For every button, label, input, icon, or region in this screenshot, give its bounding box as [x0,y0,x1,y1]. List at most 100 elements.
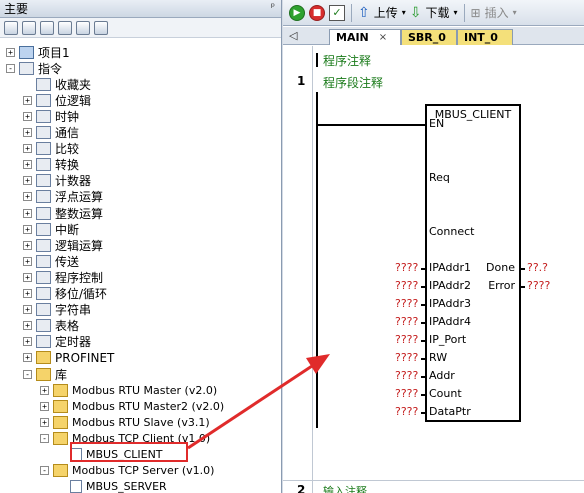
expand-icon[interactable]: + [23,128,32,137]
tree-item[interactable]: 收藏夹 [23,76,91,92]
tree-item[interactable]: + 字符串 [23,302,91,318]
expand-icon[interactable]: + [23,337,32,347]
list-icon[interactable] [76,20,90,35]
collapse-icon[interactable]: - [6,63,15,73]
view-icon[interactable] [4,20,18,35]
unassigned-operand[interactable]: ???? [395,279,418,292]
upload-button[interactable]: 上传 [374,4,398,21]
unassigned-operand[interactable]: ???? [527,279,550,292]
tree-item[interactable]: + 定时器 [23,334,91,350]
block-input-pin[interactable]: Addr [429,369,455,382]
download-icon[interactable]: ⇩ [410,5,422,21]
pin-icon[interactable]: ᵖ [271,2,275,13]
table-icon[interactable] [22,20,36,35]
expand-icon[interactable]: + [23,176,32,186]
block-input-pin[interactable]: IP_Port [429,333,466,346]
compile-icon[interactable]: ✓ [329,4,345,21]
tab-sbr0[interactable]: SBR_0 [401,29,457,45]
rung-comment-2[interactable]: 输入注释 [323,483,367,493]
tree-item[interactable]: + 表格 [23,318,79,334]
unassigned-operand[interactable]: ???? [395,369,418,382]
tree-item[interactable]: + Modbus RTU Master (v2.0) [40,382,217,398]
tree-item[interactable]: + 项目1 [6,44,70,60]
block-input-pin[interactable]: IPAddr3 [429,297,471,310]
tree-item[interactable]: + 整数运算 [23,205,103,221]
expand-icon[interactable]: + [23,272,32,282]
document-icon[interactable] [40,20,54,35]
expand-icon[interactable]: + [40,385,49,395]
tab-int0[interactable]: INT_0 [457,29,513,45]
tree-item[interactable]: + 计数器 [23,173,91,189]
upload-icon[interactable]: ⇧ [358,5,370,21]
ladder-editor[interactable]: 程序注释 1 程序段注释 MBUS_CLIENT 2 输入注释 EN Req Con… [283,46,584,493]
unassigned-operand[interactable]: ???? [395,405,418,418]
tree-item[interactable]: - 指令 [6,60,62,76]
tree-item[interactable]: MBUS_SERVER [57,479,167,493]
block-input-pin[interactable]: Count [429,387,462,400]
insert-icon[interactable]: ⊞ [471,6,481,20]
stop-icon[interactable]: ■ [309,4,325,21]
block-input-pin[interactable]: Connect [429,225,474,238]
expand-icon[interactable]: + [40,417,49,427]
unassigned-operand[interactable]: ???? [395,315,418,328]
block-input-pin[interactable]: Req [429,171,450,184]
expand-icon[interactable]: + [23,208,32,218]
block-input-pin[interactable]: IPAddr2 [429,279,471,292]
tree-item[interactable]: + 转换 [23,157,79,173]
expand-icon[interactable]: + [23,192,32,202]
tree-item[interactable]: + PROFINET [23,350,114,366]
block-input-pin[interactable]: EN [429,117,444,130]
rung-comment[interactable]: 程序段注释 [323,74,383,91]
collapse-icon[interactable]: - [40,466,49,476]
program-comment[interactable]: 程序注释 [323,52,371,69]
unassigned-operand[interactable]: ??.? [527,261,548,274]
tree-item[interactable]: + Modbus RTU Slave (v3.1) [40,414,210,430]
expand-icon[interactable]: + [23,305,32,315]
tree-item[interactable]: + 传送 [23,253,79,269]
expand-icon[interactable]: + [23,353,32,363]
tree-item[interactable]: + 中断 [23,221,79,237]
expand-icon[interactable]: + [23,224,32,234]
tree-item[interactable]: - Modbus TCP Server (v1.0) [40,463,214,479]
tree-item[interactable]: + 浮点运算 [23,189,103,205]
tree-item[interactable]: -库 [23,366,67,382]
tree-item[interactable]: + Modbus RTU Master2 (v2.0) [40,398,224,414]
plc-icon[interactable] [94,20,108,35]
download-dropdown-icon[interactable]: ▾ [454,8,458,17]
download-button[interactable]: 下载 [426,4,450,21]
block-input-pin[interactable]: DataPtr [429,405,471,418]
expand-icon[interactable]: + [23,95,32,105]
block-output-pin[interactable]: Done [486,261,515,274]
page-icon[interactable] [58,20,72,35]
expand-icon[interactable]: + [23,160,32,170]
unassigned-operand[interactable]: ???? [395,387,418,400]
unassigned-operand[interactable]: ???? [395,297,418,310]
expand-icon[interactable]: + [40,401,49,411]
expand-icon[interactable]: + [23,289,32,298]
insert-dropdown-icon[interactable]: ▾ [513,8,517,17]
tree-item[interactable]: + 逻辑运算 [23,237,103,253]
tab-scroll-left-icon[interactable]: ◁ [289,29,297,42]
insert-button[interactable]: 插入 [485,4,509,21]
expand-icon[interactable]: + [6,47,15,57]
tree-item[interactable]: + 比较 [23,141,79,157]
collapse-icon[interactable]: - [40,433,49,443]
expand-icon[interactable]: + [23,111,32,121]
block-input-pin[interactable]: RW [429,351,447,364]
unassigned-operand[interactable]: ???? [395,351,418,364]
expand-icon[interactable]: + [23,321,32,331]
tree-item[interactable]: + 程序控制 [23,269,103,285]
collapse-icon[interactable]: - [23,369,32,379]
tree-item[interactable]: + 移位/循环 [23,286,107,302]
expand-icon[interactable]: + [23,256,32,266]
block-input-pin[interactable]: IPAddr4 [429,315,471,328]
block-output-pin[interactable]: Error [488,279,515,292]
tree-item[interactable]: + 通信 [23,125,79,141]
tree-item[interactable]: + 位逻辑 [23,92,91,108]
close-icon[interactable]: × [379,32,387,43]
expand-icon[interactable]: + [23,240,32,250]
run-icon[interactable]: ▶ [289,4,305,21]
block-input-pin[interactable]: IPAddr1 [429,261,471,274]
unassigned-operand[interactable]: ???? [395,333,418,346]
expand-icon[interactable]: + [23,144,32,154]
